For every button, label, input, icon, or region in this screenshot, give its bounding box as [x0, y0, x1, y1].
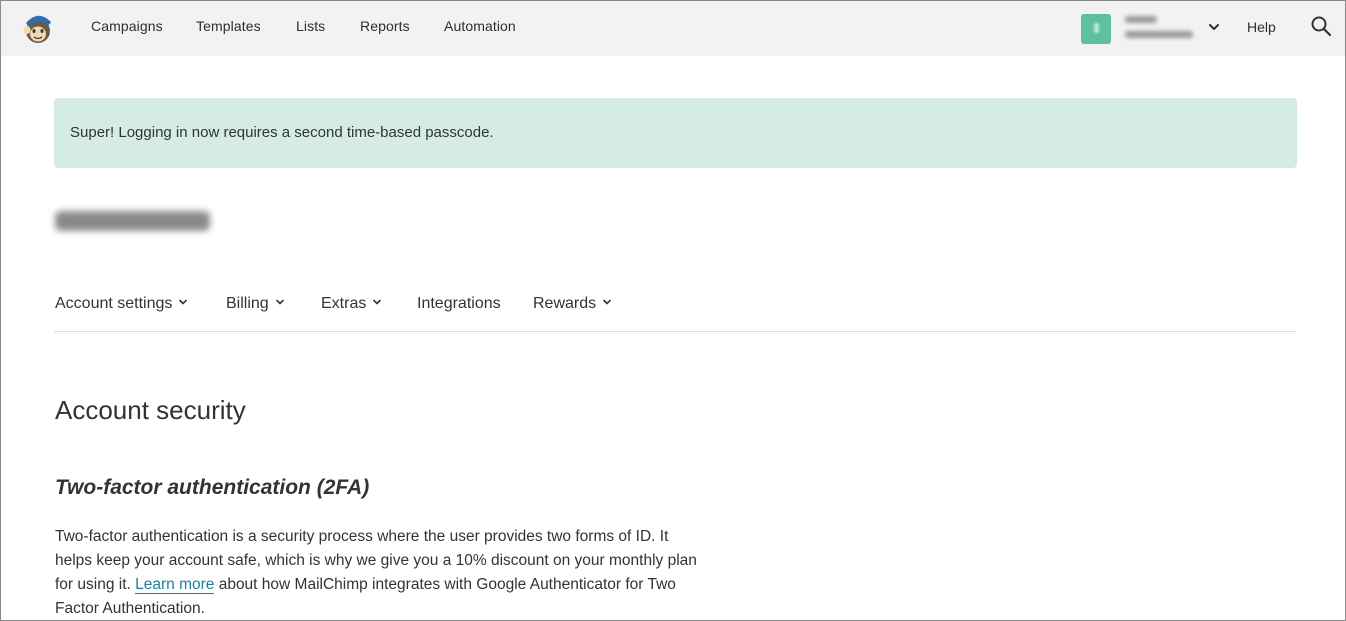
- learn-more-link[interactable]: Learn more: [135, 576, 215, 594]
- tab-label: Rewards: [533, 295, 597, 312]
- chevron-down-icon: [275, 299, 284, 305]
- nav-lists[interactable]: Lists: [296, 18, 325, 34]
- mailchimp-monkey-icon[interactable]: [21, 11, 55, 45]
- divider: [54, 331, 1297, 332]
- tab-label: Integrations: [417, 295, 501, 312]
- help-link[interactable]: Help: [1247, 19, 1276, 35]
- alert-message: Super! Logging in now requires a second …: [70, 124, 494, 141]
- tab-rewards[interactable]: Rewards: [533, 295, 612, 313]
- chevron-down-icon: [603, 299, 611, 305]
- page-title: Account security: [55, 395, 246, 425]
- tab-extras[interactable]: Extras: [321, 295, 382, 313]
- search-icon[interactable]: [1311, 16, 1331, 36]
- chevron-down-icon: [373, 299, 382, 305]
- tab-label: Extras: [321, 295, 367, 312]
- nav-campaigns[interactable]: Campaigns: [91, 18, 163, 34]
- success-alert: Super! Logging in now requires a second …: [54, 98, 1297, 168]
- nav-templates[interactable]: Templates: [196, 18, 261, 34]
- app-window: Campaigns Templates Lists Reports Automa…: [0, 0, 1346, 621]
- tab-account-settings[interactable]: Account settings: [55, 295, 188, 313]
- user-name-blurred[interactable]: [1125, 12, 1193, 38]
- top-navigation-bar: Campaigns Templates Lists Reports Automa…: [1, 1, 1345, 56]
- tab-integrations[interactable]: Integrations: [417, 295, 501, 313]
- tab-billing[interactable]: Billing: [226, 295, 285, 313]
- account-name-blurred: [55, 203, 210, 231]
- chevron-down-icon: [179, 299, 188, 305]
- nav-automation[interactable]: Automation: [444, 18, 516, 34]
- description-paragraph: Two-factor authentication is a security …: [55, 525, 705, 620]
- section-title: Two-factor authentication (2FA): [55, 476, 370, 499]
- tab-label: Account settings: [55, 295, 173, 312]
- nav-reports[interactable]: Reports: [360, 18, 410, 34]
- tab-label: Billing: [226, 295, 269, 312]
- chevron-down-icon[interactable]: [1208, 21, 1220, 33]
- avatar[interactable]: [1081, 14, 1111, 44]
